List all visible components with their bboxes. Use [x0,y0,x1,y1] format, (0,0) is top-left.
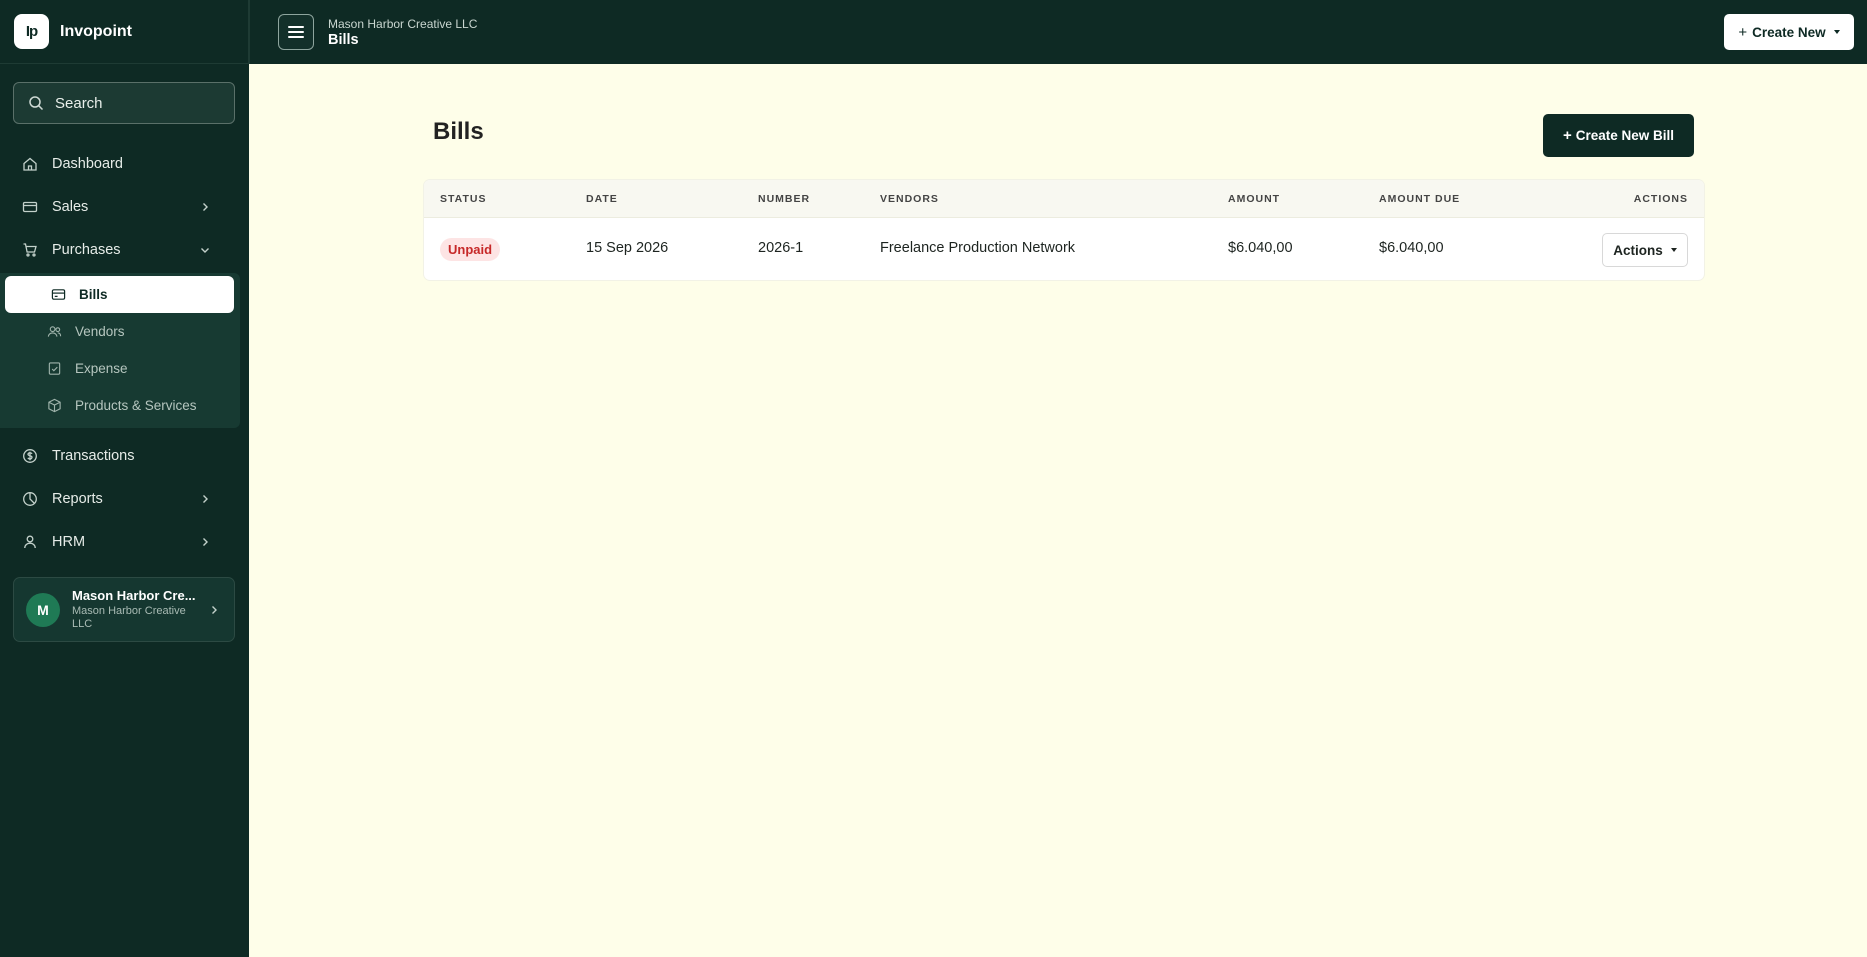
column-actions: ACTIONS [1633,193,1688,205]
sidebar-item-purchases[interactable]: Purchases [0,228,249,271]
cell-vendor: Freelance Production Network [880,240,1076,256]
header-company: Mason Harbor Creative LLC [328,17,478,31]
breadcrumb: Mason Harbor Creative LLC Bills [328,17,477,48]
brand[interactable]: Ip Invopoint [0,0,249,64]
column-amount[interactable]: AMOUNT [1228,193,1280,205]
sidebar-item-bills[interactable]: Bills [5,276,234,313]
header-title: Bills [328,32,359,48]
sidebar-item-label: Transactions [52,447,135,464]
chevron-right-icon [212,606,217,614]
home-icon [23,157,37,171]
users-icon [47,326,62,337]
company-profile-button[interactable]: M Mason Harbor Cre... Mason Harbor Creat… [13,577,235,642]
purchases-submenu: Bills Vendors Expense Products & Service… [0,273,240,428]
plus-icon: + [1738,23,1748,41]
column-date[interactable]: DATE [586,193,618,205]
chevron-right-icon [203,494,208,503]
create-bill-label: Create New Bill [1575,128,1675,143]
sidebar-item-expense[interactable]: Expense [5,350,234,387]
avatar: M [26,592,60,627]
cell-amount-due: $6.040,00 [1379,240,1444,256]
create-new-bill-button[interactable]: + Create New Bill [1543,114,1694,157]
sidebar-item-label: HRM [52,533,86,550]
plus-icon: + [1562,127,1572,144]
profile-name: Mason Harbor Cre... [72,588,196,603]
top-header: Mason Harbor Creative LLC Bills + Create… [249,0,1867,64]
sidebar-item-label: Reports [52,490,103,507]
create-new-label: Create New [1752,24,1826,40]
column-status[interactable]: STATUS [440,193,486,205]
sidebar-item-products-services[interactable]: Products & Services [5,387,234,424]
brand-name: Invopoint [60,22,132,40]
search-icon [29,96,44,111]
chevron-right-icon [203,537,208,546]
sidebar-item-sales[interactable]: Sales [0,185,249,228]
sidebar-item-reports[interactable]: Reports [0,477,249,520]
bills-table: STATUS DATE NUMBER VENDORS AMOUNT AMOUNT… [424,180,1704,280]
cell-number: 2026-1 [758,240,804,256]
cell-amount: $6.040,00 [1228,240,1293,256]
sidebar-item-label: Purchases [52,241,121,258]
caret-down-icon [1670,248,1677,252]
sidebar-item-label: Products & Services [75,398,197,413]
profile-text: Mason Harbor Cre... Mason Harbor Creativ… [72,588,207,631]
bill-icon [51,289,66,300]
search-button[interactable]: Search [13,82,235,124]
sidebar-nav: Dashboard Sales Purchases Bills Vendors … [0,142,249,563]
sidebar-item-transactions[interactable]: Transactions [0,434,249,477]
profile-company: Mason Harbor Creative LLC [72,605,186,630]
column-vendors[interactable]: VENDORS [880,193,939,205]
chevron-right-icon [203,202,208,211]
sidebar-item-label: Bills [79,287,108,302]
column-amount-due[interactable]: AMOUNT DUE [1379,193,1460,205]
credit-card-icon [22,201,38,212]
actions-label: Actions [1613,242,1663,258]
sidebar-item-label: Dashboard [52,155,123,172]
sidebar-item-label: Expense [75,361,128,376]
menu-toggle-button[interactable] [278,14,314,50]
cell-date: 15 Sep 2026 [586,240,669,256]
box-icon [48,398,61,413]
search-label: Search [55,94,103,112]
sidebar: Ip Invopoint Search Dashboard Sales Purc… [0,0,249,957]
sidebar-item-hrm[interactable]: HRM [0,520,249,563]
table-header: STATUS DATE NUMBER VENDORS AMOUNT AMOUNT… [424,180,1704,218]
create-new-button[interactable]: + Create New [1724,14,1854,50]
sidebar-item-dashboard[interactable]: Dashboard [0,142,249,185]
brand-logo: Ip [14,14,49,49]
column-number[interactable]: NUMBER [758,193,810,205]
sidebar-item-label: Sales [52,198,89,215]
table-row[interactable]: Unpaid 15 Sep 2026 2026-1 Freelance Prod… [424,218,1704,280]
receipt-check-icon [48,362,61,375]
dollar-circle-icon [23,448,37,463]
chevron-down-icon [201,247,209,253]
user-icon [24,535,36,548]
shopping-cart-icon [23,242,37,257]
pie-chart-icon [23,491,37,506]
status-badge: Unpaid [440,238,501,261]
page-title: Bills [433,118,484,145]
hamburger-icon [288,26,304,38]
row-actions-button[interactable]: Actions [1602,233,1688,267]
sidebar-item-vendors[interactable]: Vendors [5,313,234,350]
sidebar-item-label: Vendors [75,324,125,339]
caret-down-icon [1833,30,1840,34]
